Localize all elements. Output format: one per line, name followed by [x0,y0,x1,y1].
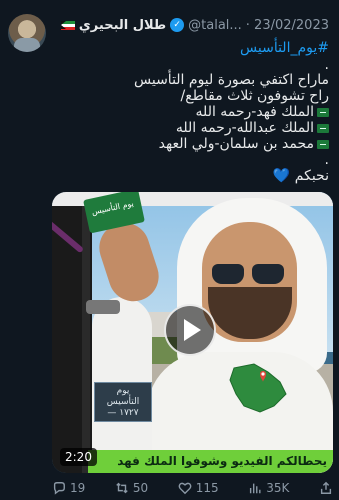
saudi-flag-icon [317,123,329,133]
heart-icon [178,482,192,495]
like-button[interactable]: 115 [178,481,219,495]
video-duration: 2:20 [60,448,97,466]
display-name[interactable]: طلال البحيري [79,18,166,33]
retweet-button[interactable]: 50 [115,481,148,495]
views-icon [250,483,261,494]
reply-button[interactable]: 19 [52,481,85,495]
saudi-flag-icon [317,139,329,149]
video-player[interactable]: يوم التأسيس يوم التأسيس ١٧٢٧ — يحطالكم ا… [52,192,333,473]
blue-heart-icon: 💙 [272,168,291,184]
retweet-icon [116,482,128,494]
retweet-count: 50 [132,481,149,495]
views-button[interactable]: 35K [248,481,289,495]
tweet-item-1: الملك فهد-رحمه الله [50,104,329,121]
tweet-item-3: محمد بن سلمان-ولي العهد [50,136,329,153]
tweet-closing: نحبكم 💙 [272,168,329,184]
reply-count: 19 [70,481,86,495]
tweet[interactable]: · 23/02/2023 @talal... ✓ طلال البحيري #ي… [0,0,339,500]
tweet-item-2: الملك عبدالله-رحمه الله [50,120,329,137]
tweet-line-1: ماراح اكتفي بصورة ليوم التأسيس [134,72,329,88]
like-count: 115 [195,481,219,495]
tweet-header: · 23/02/2023 @talal... ✓ طلال البحيري [52,16,329,34]
founding-day-logo: يوم التأسيس ١٧٢٧ — [94,382,152,422]
saudi-map-icon [229,363,287,413]
share-icon [320,481,332,494]
verified-badge-icon: ✓ [170,18,185,32]
tweet-actions: 19 50 115 35K [52,480,333,496]
tweet-date[interactable]: · 23/02/2023 [246,18,329,33]
reply-icon [53,482,65,495]
tweet-dot-2: . [324,152,329,168]
video-caption: يحطالكم الفيديو وشوفوا الملك فهد [88,450,333,473]
play-button[interactable] [164,304,216,356]
user-handle[interactable]: @talal... [188,18,242,33]
share-button[interactable] [319,481,333,495]
hashtag-link[interactable]: #يوم_التأسيس [50,40,329,57]
kuwait-flag-icon [60,20,75,30]
avatar[interactable] [8,14,46,52]
view-count: 35K [266,481,290,495]
tweet-line-2: راح تشوفون ثلاث مقاطع/ [180,88,329,104]
play-icon [184,319,201,341]
saudi-flag-icon [317,107,329,117]
